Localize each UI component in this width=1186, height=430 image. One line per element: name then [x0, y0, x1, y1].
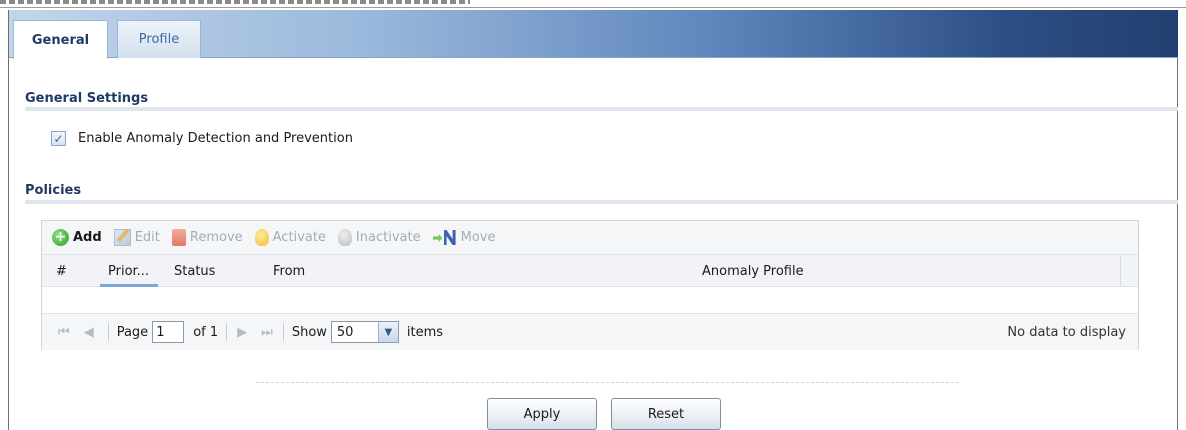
add-icon: + [52, 229, 69, 246]
pager-separator [107, 323, 109, 341]
next-page-icon[interactable]: ▶ [237, 325, 247, 340]
move-icon [433, 229, 457, 246]
edit-label: Edit [134, 230, 160, 245]
inactivate-button[interactable]: Inactivate [337, 229, 421, 246]
page-number-input[interactable]: 1 [152, 321, 185, 343]
lightbulb-off-icon [337, 229, 352, 246]
items-label: items [406, 324, 444, 340]
lightbulb-on-icon [254, 229, 269, 246]
column-header-index[interactable]: # [56, 255, 67, 287]
move-button[interactable]: Move [433, 229, 496, 246]
apply-button[interactable]: Apply [487, 398, 597, 430]
enable-anomaly-checkbox[interactable]: ✓ [51, 131, 66, 146]
tab-profile[interactable]: Profile [117, 20, 201, 58]
policies-toolbar: + Add Edit Remove Activate Inactivate Mo… [42, 221, 1138, 255]
pager-separator [282, 323, 284, 341]
trash-icon [171, 229, 186, 246]
figure-caption-strip [0, 0, 1186, 8]
policies-title: Policies [25, 183, 82, 198]
tab-bar: General Profile [9, 10, 1178, 59]
last-page-icon[interactable]: ⏭ [261, 325, 273, 340]
edit-icon [113, 229, 131, 246]
policies-grid: + Add Edit Remove Activate Inactivate Mo… [41, 220, 1139, 350]
enable-anomaly-label: Enable Anomaly Detection and Prevention [78, 131, 353, 146]
pager-separator [226, 323, 228, 341]
table-header: # Prior... Status From Anomaly Profile [42, 255, 1138, 287]
column-header-anomaly-profile[interactable]: Anomaly Profile [702, 255, 804, 287]
button-divider [256, 382, 961, 383]
edit-button[interactable]: Edit [113, 229, 160, 246]
activate-label: Activate [272, 230, 326, 245]
column-header-from[interactable]: From [273, 255, 305, 287]
tab-general[interactable]: General [13, 20, 108, 59]
policies-rule [25, 200, 1178, 204]
page-total-label: of 1 [193, 324, 219, 340]
pagination-bar: ⏮ ◀ Page 1 of 1 ▶ ⏭ Show 50 ▼ items No d… [42, 313, 1138, 350]
enable-anomaly-row: ✓ Enable Anomaly Detection and Preventio… [51, 131, 353, 146]
page-size-value: 50 [336, 324, 354, 340]
page-label: Page [116, 324, 149, 340]
remove-label: Remove [189, 230, 243, 245]
table-body [42, 287, 1138, 313]
activate-button[interactable]: Activate [254, 229, 326, 246]
chevron-down-icon[interactable]: ▼ [377, 322, 398, 342]
column-separator[interactable] [1120, 255, 1121, 287]
figure-caption-text [0, 0, 470, 4]
reset-button[interactable]: Reset [611, 398, 721, 430]
inactivate-label: Inactivate [355, 230, 421, 245]
general-settings-rule [25, 107, 1178, 111]
column-header-priority[interactable]: Prior... [108, 255, 149, 287]
remove-button[interactable]: Remove [171, 229, 243, 246]
content-frame: General Profile General Settings ✓ Enabl… [8, 10, 1178, 430]
add-button[interactable]: + Add [52, 229, 102, 246]
first-page-icon[interactable]: ⏮ [58, 325, 70, 340]
add-label: Add [73, 230, 102, 245]
general-settings-title: General Settings [25, 91, 149, 106]
column-header-status[interactable]: Status [174, 255, 215, 287]
show-label: Show [291, 324, 327, 340]
prev-page-icon[interactable]: ◀ [84, 325, 94, 340]
grid-status-text: No data to display [1007, 325, 1126, 340]
move-label: Move [460, 230, 496, 245]
page-size-select[interactable]: 50 ▼ [330, 321, 399, 343]
